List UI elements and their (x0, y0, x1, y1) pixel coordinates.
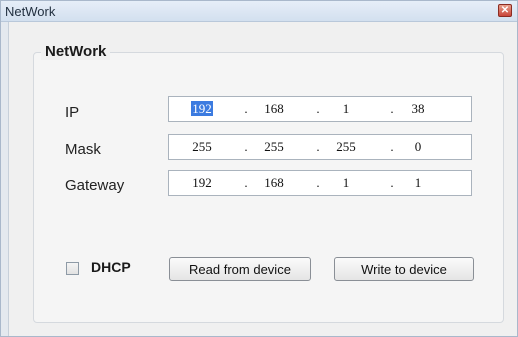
write-to-device-button[interactable]: Write to device (334, 257, 474, 281)
ip-octet-4[interactable]: 38 (400, 101, 436, 117)
mask-dot-3: . (390, 139, 394, 154)
ip-dot-3: . (390, 101, 394, 116)
mask-octet-1[interactable]: 255 (184, 139, 220, 155)
gateway-octet-3[interactable]: 1 (328, 175, 364, 191)
title-bar[interactable]: NetWork ✕ (1, 1, 517, 22)
gateway-dot-2: . (316, 175, 320, 190)
window-title: NetWork (5, 4, 56, 19)
gateway-field[interactable]: 192 . 168 . 1 . 1 (168, 170, 472, 196)
read-from-device-button[interactable]: Read from device (169, 257, 311, 281)
gateway-dot-1: . (244, 175, 248, 190)
gateway-octet-4[interactable]: 1 (400, 175, 436, 191)
gateway-dot-3: . (390, 175, 394, 190)
window-left-edge (1, 22, 9, 336)
mask-field[interactable]: 255 . 255 . 255 . 0 (168, 134, 472, 160)
mask-octet-2[interactable]: 255 (256, 139, 292, 155)
ip-octet-3[interactable]: 1 (328, 101, 364, 117)
close-button[interactable]: ✕ (498, 4, 512, 17)
mask-octet-4[interactable]: 0 (400, 139, 436, 155)
ip-dot-1: . (244, 101, 248, 116)
ip-octet-1-selection: 192 (191, 101, 213, 116)
ip-octet-2[interactable]: 168 (256, 101, 292, 117)
groupbox-legend: NetWork (41, 43, 111, 60)
gateway-octet-1[interactable]: 192 (184, 175, 220, 191)
dhcp-checkbox[interactable] (66, 262, 79, 275)
gateway-label: Gateway (65, 177, 125, 194)
mask-octet-3[interactable]: 255 (328, 139, 364, 155)
mask-dot-1: . (244, 139, 248, 154)
mask-label: Mask (65, 141, 101, 158)
gateway-octet-2[interactable]: 168 (256, 175, 292, 191)
ip-octet-1[interactable]: 192 (184, 101, 220, 117)
ip-label: IP (65, 104, 80, 121)
ip-dot-2: . (316, 101, 320, 116)
ip-address-field[interactable]: 192 . 168 . 1 . 38 (168, 96, 472, 122)
dhcp-label[interactable]: DHCP (91, 259, 131, 275)
mask-dot-2: . (316, 139, 320, 154)
close-icon: ✕ (500, 4, 510, 16)
